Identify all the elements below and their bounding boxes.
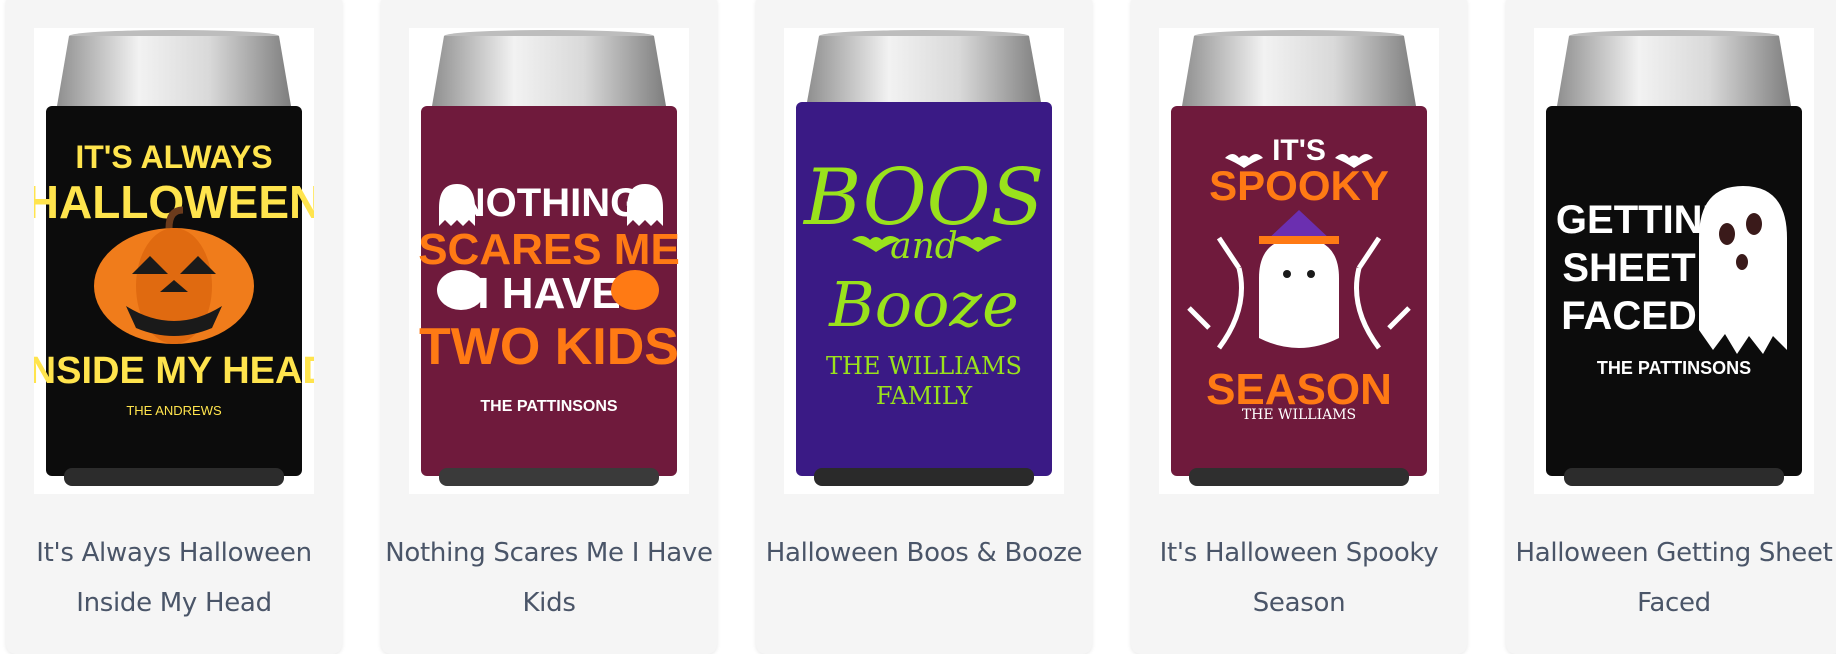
design-line: THE PATTINSONS bbox=[1597, 358, 1751, 378]
design-line: SHEET bbox=[1562, 246, 1695, 290]
product-title[interactable]: Halloween Getting Sheet Faced bbox=[1506, 528, 1836, 628]
design-line: GETTIN' bbox=[1556, 198, 1712, 242]
product-title[interactable]: Halloween Boos & Booze bbox=[756, 528, 1092, 578]
design-line: IT'S ALWAYS bbox=[75, 139, 272, 175]
design-line: INSIDE MY HEAD bbox=[34, 350, 314, 392]
design-line: HALLOWEEN bbox=[34, 176, 314, 228]
design-line: NOTHING bbox=[457, 181, 641, 225]
design-line: SPOOKY bbox=[1209, 162, 1389, 209]
can-cooler-image: IT'S SPOOKY SEASON THE WILLIAMS bbox=[1171, 30, 1427, 486]
product-image[interactable]: BOOS and Booze THE WILLIAMS FAMILY bbox=[784, 28, 1064, 494]
can-cooler-image: IT'S ALWAYS HALLOWEEN INSIDE MY HEAD THE… bbox=[34, 30, 314, 486]
design-line: THE WILLIAMS bbox=[826, 352, 1022, 380]
product-card[interactable]: GETTIN' SHEET FACED THE PATTINSONS Hallo… bbox=[1506, 0, 1836, 654]
product-image[interactable]: NOTHING SCARES ME I HAVE TWO KIDS THE PA… bbox=[409, 28, 689, 494]
design-line: THE ANDREWS bbox=[126, 403, 222, 418]
product-card[interactable]: BOOS and Booze THE WILLIAMS FAMILY Hallo… bbox=[756, 0, 1092, 654]
product-card[interactable]: IT'S ALWAYS HALLOWEEN INSIDE MY HEAD THE… bbox=[6, 0, 342, 654]
can-cooler-image: GETTIN' SHEET FACED THE PATTINSONS bbox=[1546, 30, 1802, 486]
pumpkin-icon bbox=[611, 270, 659, 310]
design-line: THE PATTINSONS bbox=[480, 398, 618, 415]
design-line: FACED bbox=[1561, 294, 1697, 338]
product-card[interactable]: NOTHING SCARES ME I HAVE TWO KIDS THE PA… bbox=[381, 0, 717, 654]
product-image[interactable]: IT'S ALWAYS HALLOWEEN INSIDE MY HEAD THE… bbox=[34, 28, 314, 494]
product-title[interactable]: Nothing Scares Me I Have Kids bbox=[381, 528, 717, 628]
design-line: THE WILLIAMS bbox=[1242, 407, 1356, 423]
can-cooler-image: BOOS and Booze THE WILLIAMS FAMILY bbox=[796, 30, 1052, 486]
product-title[interactable]: It's Always Halloween Inside My Head bbox=[6, 528, 342, 628]
ghost-icon bbox=[1699, 186, 1787, 354]
product-image[interactable]: IT'S SPOOKY SEASON THE WILLIAMS bbox=[1159, 28, 1439, 494]
product-image[interactable]: GETTIN' SHEET FACED THE PATTINSONS bbox=[1534, 28, 1814, 494]
product-title[interactable]: It's Halloween Spooky Season bbox=[1131, 528, 1467, 628]
design-line: FAMILY bbox=[876, 382, 973, 410]
design-line: TWO KIDS bbox=[419, 318, 679, 376]
design-line: and bbox=[890, 226, 958, 267]
product-card[interactable]: IT'S SPOOKY SEASON THE WILLIAMS It's Hal… bbox=[1131, 0, 1467, 654]
design-line: SCARES ME bbox=[418, 225, 680, 274]
design-line: Booze bbox=[828, 268, 1019, 341]
design-line: I HAVE bbox=[477, 269, 620, 318]
ghost-icon bbox=[627, 184, 663, 226]
can-cooler-image: NOTHING SCARES ME I HAVE TWO KIDS THE PA… bbox=[418, 30, 680, 486]
